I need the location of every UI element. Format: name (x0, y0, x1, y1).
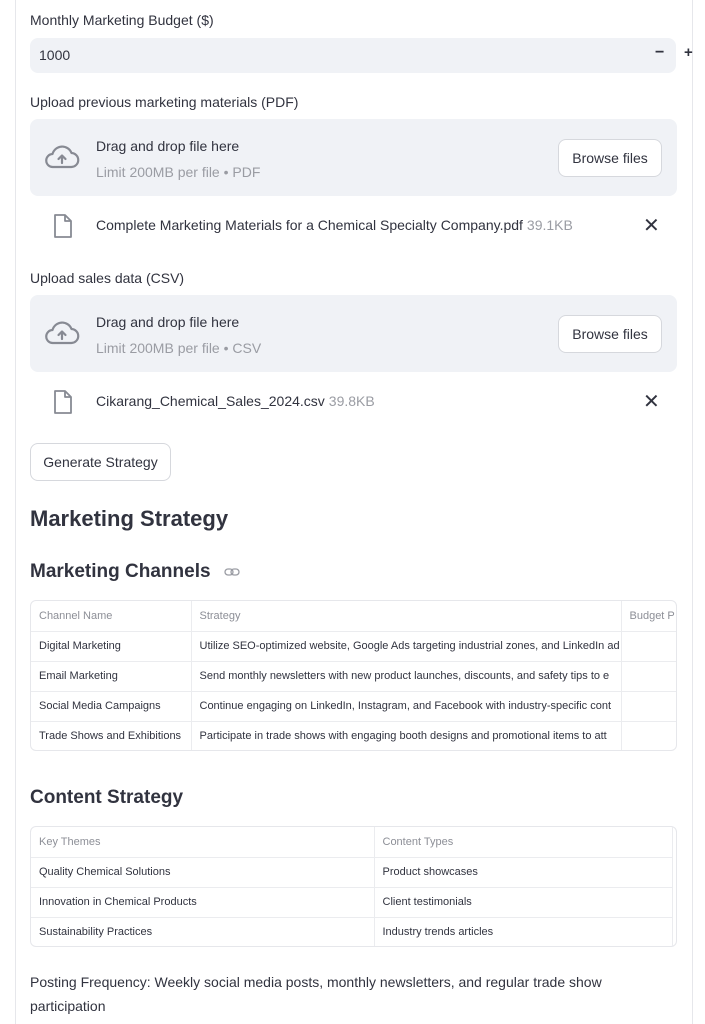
table-row: Innovation in Chemical Products Client t… (31, 887, 673, 918)
decrement-button[interactable]: − (655, 44, 664, 62)
file-size: 39.8KB (328, 393, 375, 409)
file-name: Cikarang_Chemical_Sales_2024.csv (96, 393, 325, 409)
column-header[interactable]: Channel Name (31, 601, 192, 632)
file-name-row: Cikarang_Chemical_Sales_2024.csv 39.8KB (96, 393, 375, 409)
table-cell[interactable]: Social Media Campaigns (31, 691, 192, 722)
browse-files-button[interactable]: Browse files (558, 139, 662, 177)
table-row: Email Marketing Send monthly newsletters… (31, 661, 676, 692)
file-name-row: Complete Marketing Materials for a Chemi… (96, 217, 573, 233)
close-icon[interactable]: ✕ (643, 389, 660, 414)
content-strategy-heading: Content Strategy (30, 787, 184, 808)
table-row: Social Media Campaigns Continue engaging… (31, 691, 676, 722)
close-icon[interactable]: ✕ (643, 213, 660, 238)
table-header-row: Key Themes Content Types (31, 827, 673, 858)
channels-heading-text: Marketing Channels (30, 561, 211, 582)
dropzone-limit: Limit 200MB per file • CSV (96, 340, 262, 356)
link-icon[interactable] (224, 567, 240, 577)
table-cell[interactable]: Industry trends articles (374, 917, 673, 946)
table-cell[interactable]: Innovation in Chemical Products (31, 887, 375, 918)
table-cell[interactable]: Trade Shows and Exhibitions (31, 721, 192, 750)
cloud-upload-icon (45, 145, 80, 169)
table-row: Digital Marketing Utilize SEO-optimized … (31, 631, 676, 662)
pdf-upload-label: Upload previous marketing materials (PDF… (30, 94, 299, 110)
channels-table[interactable]: Channel Name Strategy Budget P Digital M… (30, 600, 677, 751)
increment-button[interactable]: + (684, 44, 693, 61)
table-cell[interactable]: Client testimonials (374, 887, 673, 918)
table-row: Sustainability Practices Industry trends… (31, 917, 673, 946)
posting-frequency-text: Posting Frequency: Weekly social media p… (30, 974, 602, 1014)
table-cell[interactable] (621, 661, 676, 692)
table-row: Trade Shows and Exhibitions Participate … (31, 721, 676, 750)
column-header[interactable]: Budget P (621, 601, 676, 632)
table-cell[interactable]: Utilize SEO-optimized website, Google Ad… (191, 631, 622, 662)
content-table[interactable]: Key Themes Content Types Quality Chemica… (30, 826, 677, 947)
table-cell[interactable]: Email Marketing (31, 661, 192, 692)
table-cell[interactable] (621, 631, 676, 662)
table-cell[interactable]: Sustainability Practices (31, 917, 375, 946)
table-cell[interactable]: Digital Marketing (31, 631, 192, 662)
uploaded-file-csv: Cikarang_Chemical_Sales_2024.csv 39.8KB ✕ (30, 385, 677, 419)
file-size: 39.1KB (526, 217, 573, 233)
column-header[interactable]: Key Themes (31, 827, 375, 858)
csv-upload-label: Upload sales data (CSV) (30, 270, 185, 286)
cloud-upload-icon (45, 321, 80, 345)
dropzone-title: Drag and drop file here (96, 138, 240, 154)
page-left-border (15, 0, 16, 1024)
table-cell[interactable]: Quality Chemical Solutions (31, 857, 375, 888)
channels-heading: Marketing Channels (30, 561, 240, 583)
generate-strategy-button[interactable]: Generate Strategy (30, 443, 171, 481)
column-header[interactable]: Strategy (191, 601, 622, 632)
file-icon (54, 214, 72, 238)
csv-dropzone[interactable]: Drag and drop file here Limit 200MB per … (30, 295, 677, 372)
budget-value[interactable]: 1000 (39, 47, 70, 63)
table-cell[interactable]: Continue engaging on LinkedIn, Instagram… (191, 691, 622, 722)
page-right-border (692, 0, 693, 1024)
budget-number-input[interactable]: 1000 − + (30, 38, 693, 73)
table-cell[interactable]: Send monthly newsletters with new produc… (191, 661, 622, 692)
column-header[interactable]: Content Types (374, 827, 673, 858)
file-icon (54, 390, 72, 414)
dropzone-title: Drag and drop file here (96, 314, 240, 330)
table-cell[interactable] (621, 691, 676, 722)
table-row: Quality Chemical Solutions Product showc… (31, 857, 673, 888)
dropzone-limit: Limit 200MB per file • PDF (96, 164, 261, 180)
browse-files-button[interactable]: Browse files (558, 315, 662, 353)
table-cell[interactable] (621, 721, 676, 750)
uploaded-file-pdf: Complete Marketing Materials for a Chemi… (30, 209, 677, 243)
budget-label: Monthly Marketing Budget ($) (30, 12, 214, 28)
table-cell[interactable]: Product showcases (374, 857, 673, 888)
table-cell[interactable]: Participate in trade shows with engaging… (191, 721, 622, 750)
pdf-dropzone[interactable]: Drag and drop file here Limit 200MB per … (30, 119, 677, 196)
strategy-heading: Marketing Strategy (30, 506, 229, 531)
file-name: Complete Marketing Materials for a Chemi… (96, 217, 523, 233)
table-header-row: Channel Name Strategy Budget P (31, 601, 676, 632)
